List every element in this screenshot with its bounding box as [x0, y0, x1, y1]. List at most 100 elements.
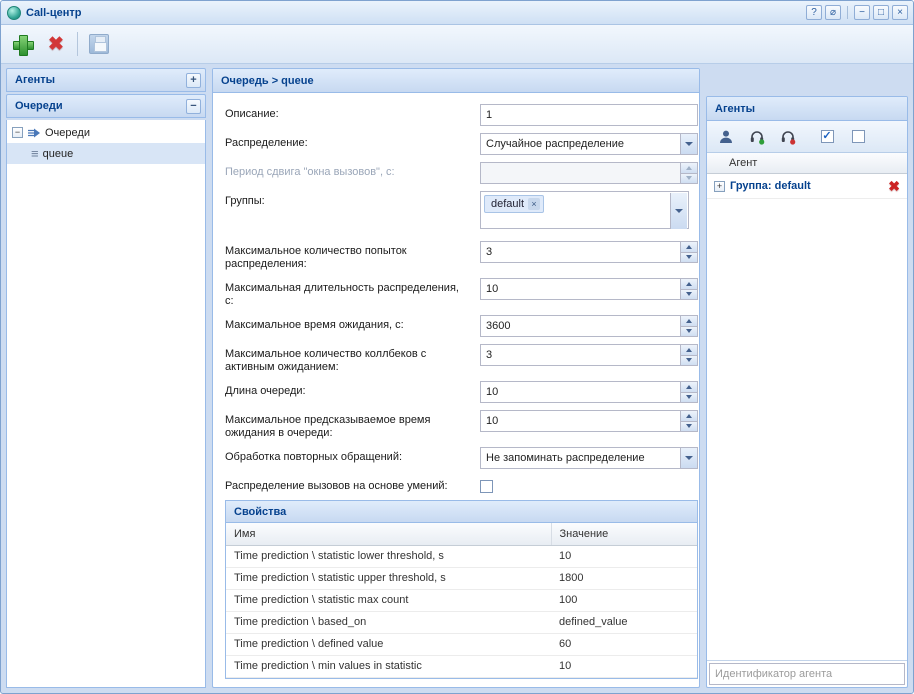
select-all-button[interactable]: ✓: [816, 126, 838, 148]
delete-group-icon[interactable]: ✖: [888, 178, 900, 195]
remove-tag-icon[interactable]: ×: [528, 198, 540, 210]
group-label: Группа: default: [730, 180, 883, 192]
add-button[interactable]: [9, 31, 35, 57]
max-attempts-label: Максимальное количество попыток распреде…: [225, 241, 480, 271]
property-value: 100: [551, 589, 697, 611]
spinner-up-button[interactable]: [681, 316, 697, 327]
queue-panel-header: Очередь > queue: [213, 69, 699, 93]
minimize-button[interactable]: −: [854, 5, 870, 20]
distribution-select[interactable]: [480, 133, 698, 155]
spinner-up-button[interactable]: [681, 242, 697, 253]
table-row[interactable]: Time prediction \ min values in statisti…: [226, 655, 697, 677]
spinner-up-button[interactable]: [681, 279, 697, 290]
left-sidebar: Агенты + Очереди − − Очереди ≡ queue: [6, 68, 206, 688]
save-button[interactable]: [86, 31, 112, 57]
headset-add-icon: [749, 129, 765, 145]
maximize-button[interactable]: □: [873, 5, 889, 20]
checkbox-unchecked-icon: [852, 130, 865, 143]
call-window-shift-label: Период сдвига "окна вызовов", с:: [225, 162, 480, 184]
accordion-header-agents[interactable]: Агенты +: [6, 68, 206, 92]
agent-group-row[interactable]: + Группа: default ✖: [707, 174, 907, 199]
table-row[interactable]: Time prediction \ statistic lower thresh…: [226, 545, 697, 567]
spinner-down-button[interactable]: [681, 290, 697, 300]
agent-button[interactable]: [715, 126, 737, 148]
spinner-down-button[interactable]: [681, 393, 697, 403]
delete-cross-icon: ✖: [48, 33, 64, 56]
form-row: Максимальная длительность распределения,…: [225, 278, 689, 308]
table-row[interactable]: Time prediction \ defined value 60: [226, 633, 697, 655]
max-predicted-wait-field: [480, 410, 698, 440]
assign-agent-button[interactable]: [746, 126, 768, 148]
collapse-node-icon[interactable]: −: [12, 127, 23, 138]
dropdown-trigger-icon[interactable]: [680, 134, 697, 154]
max-wait-time-input[interactable]: [480, 315, 698, 337]
dropdown-trigger-icon[interactable]: [670, 193, 687, 229]
form-row: Максимальное количество попыток распреде…: [225, 241, 689, 271]
arrow-down-icon: [686, 329, 692, 333]
agent-id-footer: [707, 660, 907, 687]
right-column: Агенты ✓: [706, 68, 908, 688]
spinner-up-button[interactable]: [681, 382, 697, 393]
close-button[interactable]: ×: [892, 5, 908, 20]
spinner-down-button[interactable]: [681, 327, 697, 337]
expand-group-icon[interactable]: +: [714, 181, 725, 192]
form-row: Распределение вызовов на основе умений:: [225, 476, 689, 493]
queues-header-label: Очереди: [15, 100, 186, 112]
tree-node-queues-root[interactable]: − Очереди: [7, 122, 205, 143]
call-center-window: Call-центр ? ⌀ − □ × ✖ Агенты + Очереди …: [0, 0, 914, 694]
dropdown-trigger-icon[interactable]: [680, 448, 697, 468]
property-name: Time prediction \ statistic max count: [226, 589, 551, 611]
arrow-down-icon: [686, 395, 692, 399]
table-row[interactable]: Time prediction \ based_on defined_value: [226, 611, 697, 633]
repeat-handling-label: Обработка повторных обращений:: [225, 447, 480, 469]
skill-based-checkbox[interactable]: [480, 480, 493, 493]
agents-header-label: Агенты: [15, 74, 186, 86]
queue-length-input[interactable]: [480, 381, 698, 403]
detach-button[interactable]: ⌀: [825, 5, 841, 20]
accordion-header-queues[interactable]: Очереди −: [6, 94, 206, 118]
max-duration-input[interactable]: [480, 278, 698, 300]
spinner-down-button[interactable]: [681, 356, 697, 366]
spinner-down-button[interactable]: [681, 422, 697, 432]
help-button[interactable]: ?: [806, 5, 822, 20]
headset-remove-icon: [780, 129, 796, 145]
groups-tag-field[interactable]: default ×: [480, 191, 689, 229]
spinner-down-button: [681, 174, 697, 184]
collapse-queues-button[interactable]: −: [186, 99, 201, 114]
description-input[interactable]: [480, 104, 698, 126]
queue-length-field: [480, 381, 698, 403]
delete-button[interactable]: ✖: [43, 31, 69, 57]
column-header-value[interactable]: Значение: [551, 523, 697, 545]
repeat-handling-select[interactable]: [480, 447, 698, 469]
description-field: [480, 104, 698, 126]
repeat-handling-field: [480, 447, 698, 469]
column-header-name[interactable]: Имя: [226, 523, 551, 545]
tree-node-label: Очереди: [45, 127, 90, 139]
groups-label: Группы:: [225, 191, 480, 229]
unassign-agent-button[interactable]: [777, 126, 799, 148]
agent-id-input[interactable]: [709, 663, 905, 685]
group-tag-label: default: [491, 198, 524, 210]
table-row[interactable]: Time prediction \ statistic upper thresh…: [226, 567, 697, 589]
tree-node-queue[interactable]: ≡ queue: [7, 143, 205, 164]
plus-icon: [12, 34, 33, 55]
agents-grid-header[interactable]: Агент: [707, 153, 907, 174]
spinner-up-button[interactable]: [681, 345, 697, 356]
form-row: Обработка повторных обращений:: [225, 447, 689, 469]
expand-agents-button[interactable]: +: [186, 73, 201, 88]
max-attempts-input[interactable]: [480, 241, 698, 263]
form-row: Максимальное предсказываемое время ожида…: [225, 410, 689, 440]
arrow-up-icon: [686, 385, 692, 389]
max-wait-time-label: Максимальное время ожидания, с:: [225, 315, 480, 337]
deselect-all-button[interactable]: [847, 126, 869, 148]
form-row: Группы: default ×: [225, 191, 689, 229]
form-row: Период сдвига "окна вызовов", с:: [225, 162, 689, 184]
spinner-down-button[interactable]: [681, 253, 697, 263]
property-value: 1800: [551, 567, 697, 589]
property-value: 10: [551, 655, 697, 677]
max-predicted-wait-input[interactable]: [480, 410, 698, 432]
table-row[interactable]: Time prediction \ statistic max count 10…: [226, 589, 697, 611]
spinner: [680, 279, 697, 299]
spinner-up-button[interactable]: [681, 411, 697, 422]
max-callbacks-input[interactable]: [480, 344, 698, 366]
